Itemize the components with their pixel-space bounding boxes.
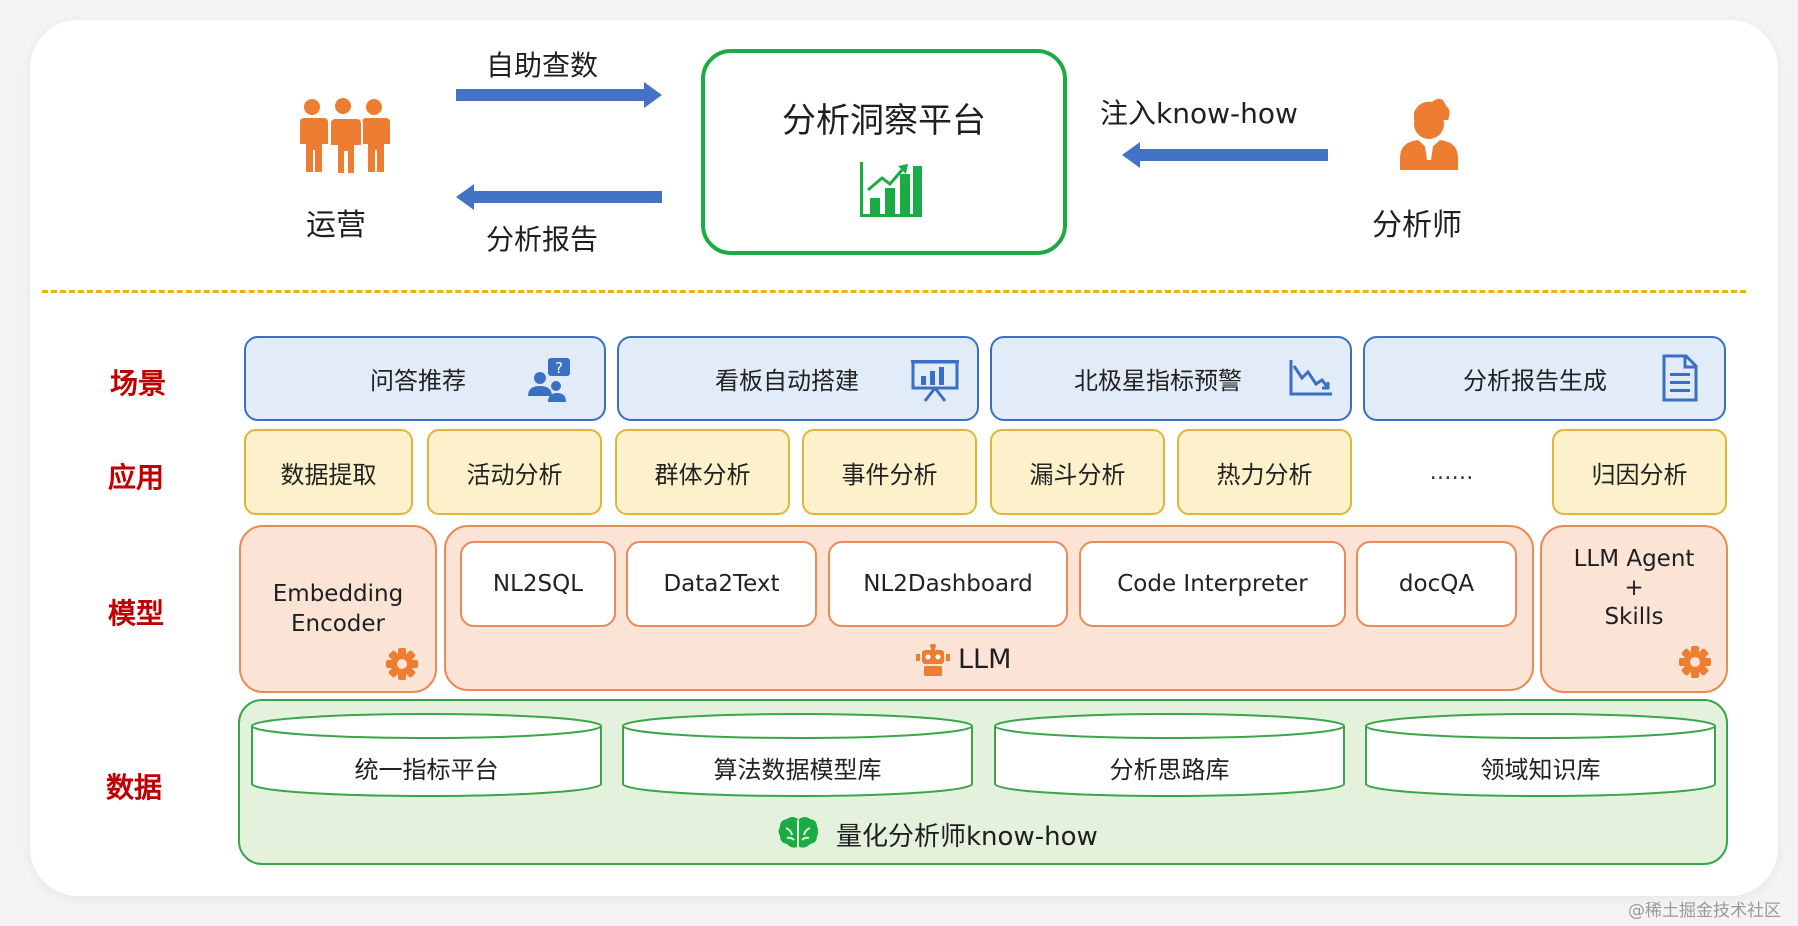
app-box: 事件分析: [802, 429, 977, 515]
embedding-encoder-box: Embedding Encoder: [239, 525, 437, 693]
data-store-label: 领域知识库: [1480, 755, 1601, 784]
llm-module-box: NL2Dashboard: [828, 541, 1068, 627]
llm-agent-box: LLM Agent + Skills: [1540, 525, 1728, 693]
app-box: 活动分析: [427, 429, 602, 515]
robot-icon: [916, 644, 950, 676]
report-label: 分析报告: [486, 223, 599, 256]
gear-icon: [386, 648, 418, 680]
brain-icon: [778, 817, 818, 848]
analyst-person-icon: [1400, 98, 1458, 170]
scene-box-report: 分析报告生成: [1363, 336, 1726, 421]
llm-label: LLM: [958, 644, 1012, 675]
ops-label: 运营: [306, 208, 366, 243]
data-store-label: 统一指标平台: [354, 755, 499, 784]
presentation-board-icon: [911, 360, 959, 402]
app-box: 群体分析: [615, 429, 790, 515]
qa-user-icon: ?: [528, 358, 570, 402]
trend-down-chart-icon: [1289, 360, 1332, 396]
llm-module-box: Code Interpreter: [1079, 541, 1346, 627]
arrow-right-icon: [456, 82, 662, 108]
knowhow-label: 注入know-how: [1100, 97, 1298, 130]
llm-agent-label: LLM Agent + Skills: [1573, 545, 1695, 630]
llm-module-box: docQA: [1356, 541, 1517, 627]
scene-label: 北极星指标预警: [1074, 367, 1242, 395]
app-ellipsis: ……: [1429, 459, 1474, 485]
diagram-canvas: 运营 自助查数 分析报告 分析洞察平台 注入know-how 分析师 场景 应用…: [0, 0, 1798, 926]
data-footer-label: 量化分析师know-how: [836, 822, 1098, 852]
people-group-icon: [300, 98, 390, 174]
app-box: 数据提取: [244, 429, 413, 515]
scene-box-qa: 问答推荐 ?: [244, 336, 606, 421]
llm-module-box: Data2Text: [626, 541, 817, 627]
platform-title: 分析洞察平台: [782, 100, 986, 141]
layer-label-model: 模型: [108, 597, 165, 630]
analyst-label: 分析师: [1372, 208, 1462, 243]
arrow-left-icon: [456, 184, 662, 210]
document-icon: [1662, 354, 1698, 402]
svg-text:?: ?: [555, 359, 563, 377]
growth-chart-icon: [860, 162, 922, 217]
data-store-cylinder: 领域知识库: [1364, 712, 1717, 798]
data-store-label: 分析思路库: [1109, 755, 1230, 784]
self-query-label: 自助查数: [486, 49, 599, 82]
section-divider: [42, 290, 1746, 293]
data-store-cylinder: 统一指标平台: [250, 712, 603, 798]
platform-box: [701, 49, 1067, 255]
scene-box-dashboard: 看板自动搭建: [617, 336, 979, 421]
layer-label-app: 应用: [108, 461, 165, 494]
layer-label-data: 数据: [106, 771, 163, 804]
scene-label: 看板自动搭建: [715, 367, 859, 395]
arrow-left-icon: [1122, 142, 1328, 168]
scene-label: 问答推荐: [370, 367, 466, 395]
data-store-cylinder: 分析思路库: [993, 712, 1346, 798]
scene-box-northstar: 北极星指标预警: [990, 336, 1352, 421]
gear-icon: [1679, 646, 1711, 678]
watermark: @稀土掘金技术社区: [1628, 901, 1781, 921]
embedding-encoder-label: Embedding Encoder: [272, 581, 404, 637]
app-box: 漏斗分析: [990, 429, 1165, 515]
app-box: 归因分析: [1552, 429, 1727, 515]
layer-label-scene: 场景: [110, 367, 167, 400]
llm-module-box: NL2SQL: [460, 541, 616, 627]
app-box: 热力分析: [1177, 429, 1352, 515]
data-store-cylinder: 算法数据模型库: [621, 712, 974, 798]
scene-label: 分析报告生成: [1463, 367, 1607, 395]
data-store-label: 算法数据模型库: [713, 755, 882, 784]
